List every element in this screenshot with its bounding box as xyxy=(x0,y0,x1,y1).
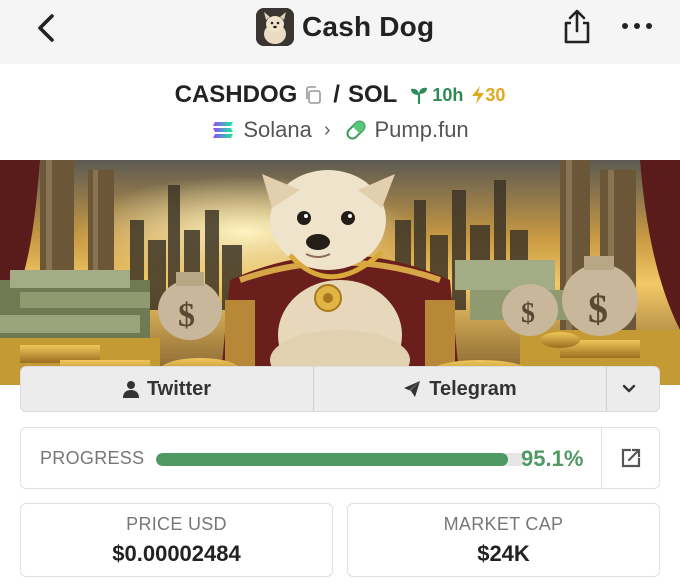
lightning-icon xyxy=(472,86,485,104)
pair-separator: / xyxy=(333,81,340,108)
pair-header: CASHDOG / SOL 10h 30 xyxy=(0,78,680,112)
user-icon xyxy=(122,381,139,398)
progress-value: 95.1% xyxy=(521,446,584,471)
token-banner-image: $ $ $ xyxy=(0,160,680,385)
twitter-label: Twitter xyxy=(146,377,212,400)
solana-icon xyxy=(213,122,234,138)
copy-icon[interactable] xyxy=(303,85,323,105)
more-links-dropdown[interactable] xyxy=(607,367,659,411)
share-button[interactable] xyxy=(561,9,593,45)
progress-bar-fill xyxy=(156,453,508,466)
back-button[interactable] xyxy=(26,8,66,48)
telegram-label: Telegram xyxy=(429,377,517,400)
price-usd-label: PRICE USD xyxy=(126,514,227,534)
app-title: Cash Dog xyxy=(302,11,435,42)
market-cap-value: $24K xyxy=(477,541,530,566)
chain-link-solana[interactable]: Solana xyxy=(243,117,312,143)
token-avatar xyxy=(256,8,294,46)
external-link-icon xyxy=(621,448,641,468)
market-cap-card: MARKET CAP $24K xyxy=(347,503,660,577)
svg-text:$: $ xyxy=(521,298,535,329)
app-title-group: Cash Dog xyxy=(256,7,434,47)
boost-count: 30 xyxy=(471,85,505,106)
external-link-button[interactable] xyxy=(601,428,660,488)
twitter-button[interactable]: Twitter xyxy=(21,367,314,411)
sprout-icon xyxy=(411,87,428,104)
bonding-progress-card: PROGRESS 95.1% xyxy=(20,427,660,489)
progress-bar xyxy=(156,453,526,466)
dex-link-pumpfun[interactable]: Pump.fun xyxy=(375,117,469,143)
chevron-left-icon xyxy=(38,14,54,42)
pair-age-value: 10h xyxy=(432,84,464,105)
price-usd-card: PRICE USD $0.00002484 xyxy=(20,503,333,577)
pill-icon xyxy=(345,120,366,140)
more-horizontal-icon[interactable] xyxy=(622,14,652,38)
boost-value: 30 xyxy=(485,84,506,105)
price-usd-value: $0.00002484 xyxy=(112,541,241,566)
base-symbol: CASHDOG xyxy=(174,81,298,108)
market-cap-label: MARKET CAP xyxy=(443,514,564,534)
progress-label: PROGRESS xyxy=(40,447,145,468)
paper-plane-icon xyxy=(404,381,421,397)
top-bar: Cash Dog xyxy=(0,0,680,64)
chevron-right-icon: › xyxy=(323,118,331,141)
chevron-down-icon xyxy=(622,384,636,393)
share-icon xyxy=(564,9,590,44)
telegram-button[interactable]: Telegram xyxy=(314,367,607,411)
svg-text:$: $ xyxy=(178,297,195,334)
pair-age: 10h xyxy=(409,85,463,106)
quote-symbol: SOL xyxy=(347,81,398,108)
chain-breadcrumb: Solana › Pump.fun xyxy=(0,114,680,146)
social-links-bar: Twitter Telegram xyxy=(20,366,660,412)
svg-text:$: $ xyxy=(588,286,608,331)
